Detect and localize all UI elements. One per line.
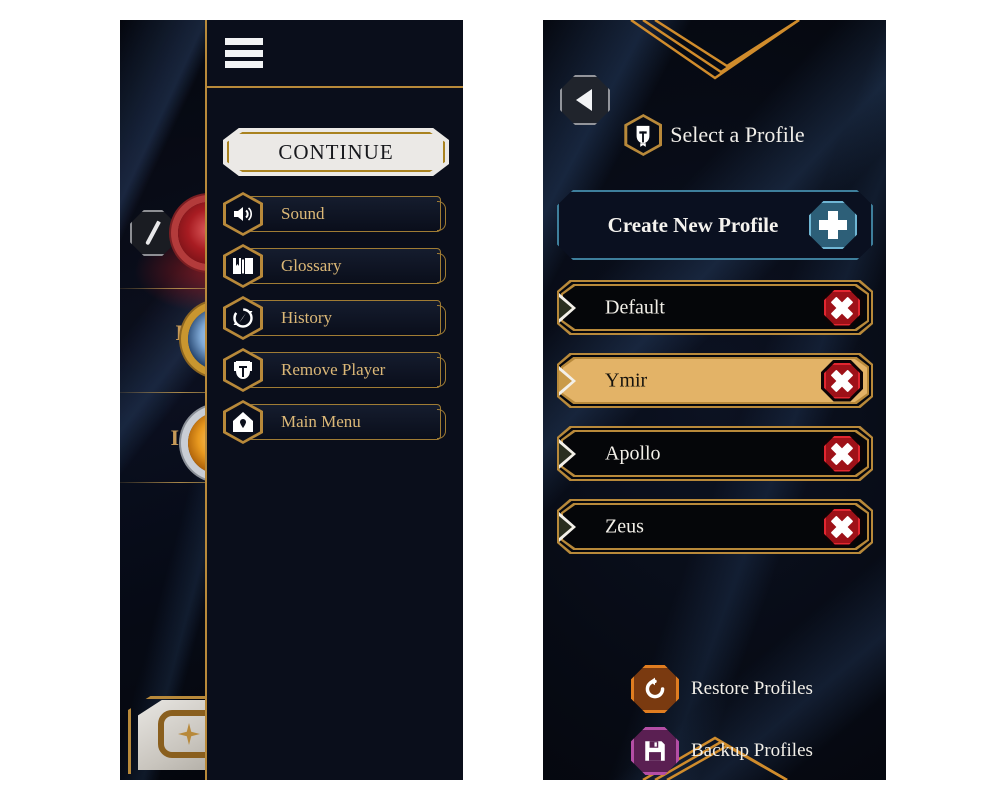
hamburger-bar (225, 38, 263, 45)
profile-select-panel: Select a Profile Create New Profile Defa… (543, 20, 886, 780)
restore-profiles-button[interactable]: Restore Profiles (631, 665, 813, 713)
app-stage: I II CONTINUE Sound Glossary History Rem… (0, 0, 1000, 800)
menu-header (207, 20, 463, 88)
menu-item-label: History (281, 308, 332, 327)
page-title: Select a Profile (670, 122, 805, 147)
bottom-actions: Restore Profiles Backup Profiles (631, 665, 813, 780)
select-arrow-icon (559, 292, 576, 323)
profile-row-zeus[interactable]: Zeus (557, 499, 873, 554)
profile-list: Default Ymir Apollo Zeus (557, 280, 873, 572)
menu-item-list: Sound Glossary History Remove Player Mai… (223, 192, 447, 444)
spartan-helmet-icon (624, 114, 663, 156)
hamburger-bar (225, 61, 263, 68)
x-glyph (832, 444, 852, 464)
menu-body: CONTINUE Sound Glossary History Remove P… (207, 88, 463, 444)
menu-item-label: Remove Player (281, 360, 386, 379)
menu-item-pill (243, 300, 446, 336)
continue-button[interactable]: CONTINUE (223, 128, 449, 176)
profile-name: Apollo (605, 442, 661, 464)
menu-item-label: Main Menu (281, 412, 361, 431)
menu-item-main-menu[interactable]: Main Menu (223, 400, 447, 444)
menu-item-label: Sound (281, 204, 325, 223)
pause-menu-panel: CONTINUE Sound Glossary History Remove P… (205, 20, 463, 780)
menu-item-label: Glossary (281, 256, 342, 275)
back-arrow-glyph (575, 89, 592, 111)
x-glyph (832, 371, 852, 391)
select-arrow-icon (559, 365, 576, 396)
backup-profiles-button[interactable]: Backup Profiles (631, 727, 813, 775)
floppy-save-icon (631, 727, 679, 775)
select-arrow-icon (559, 511, 576, 542)
menu-item-pill (243, 196, 446, 232)
select-arrow-icon (559, 438, 576, 469)
profile-name: Ymir (605, 369, 648, 391)
restore-undo-icon (631, 665, 679, 713)
hamburger-menu-icon[interactable] (225, 38, 263, 68)
profile-row-default[interactable]: Default (557, 280, 873, 335)
profile-name: Default (605, 296, 665, 318)
profile-row-ymir[interactable]: Ymir (557, 353, 873, 408)
menu-item-remove-player[interactable]: Remove Player (223, 348, 447, 392)
x-glyph (832, 298, 852, 318)
quill-glyph (145, 220, 161, 246)
menu-item-history[interactable]: History (223, 296, 447, 340)
continue-button-label: CONTINUE (278, 139, 394, 164)
restore-profiles-label: Restore Profiles (691, 678, 813, 699)
backup-profiles-label: Backup Profiles (691, 740, 813, 761)
menu-item-pill (243, 248, 446, 284)
hamburger-bar (225, 49, 263, 57)
x-glyph (832, 517, 852, 537)
profile-row-apollo[interactable]: Apollo (557, 426, 873, 481)
page-title-row: Select a Profile (543, 114, 886, 156)
menu-item-sound[interactable]: Sound (223, 192, 447, 236)
create-new-profile-label: Create New Profile (607, 212, 779, 237)
menu-item-glossary[interactable]: Glossary (223, 244, 447, 288)
create-new-profile-button[interactable]: Create New Profile (557, 190, 873, 260)
profile-name: Zeus (605, 515, 644, 537)
